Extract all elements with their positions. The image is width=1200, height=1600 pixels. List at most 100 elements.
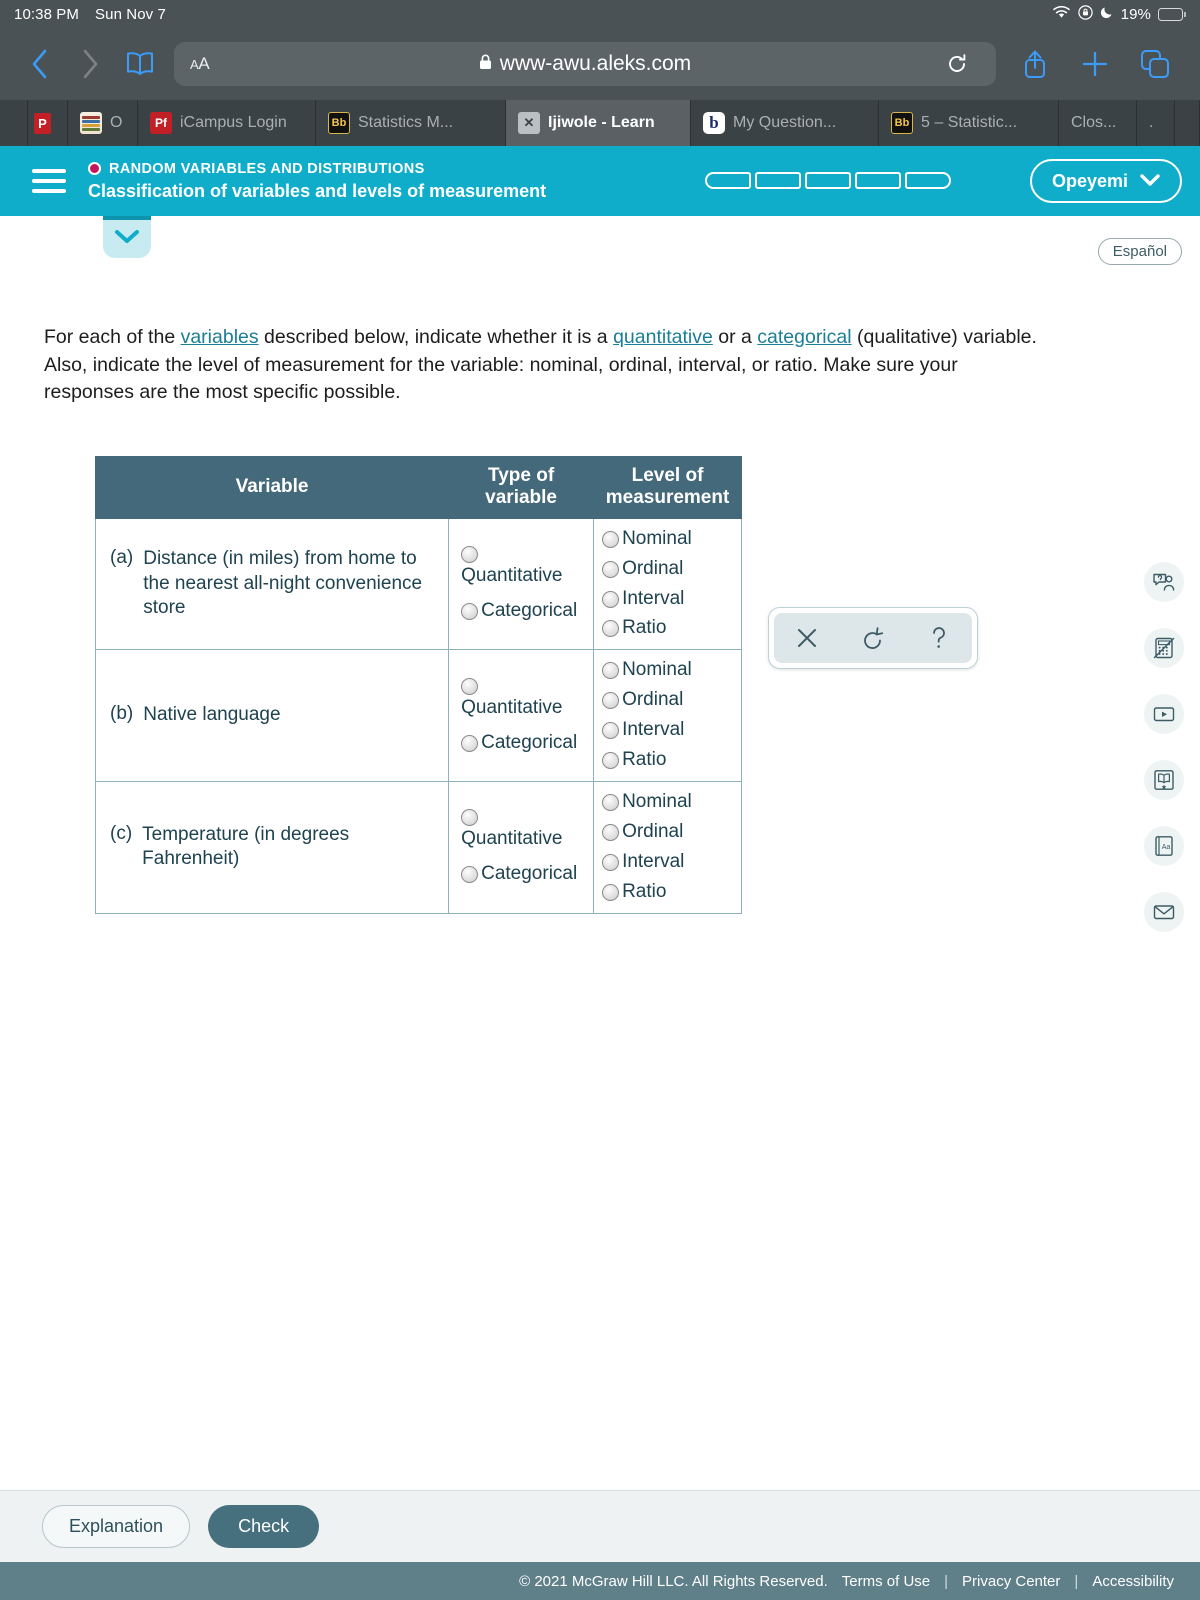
text-size-button[interactable]: AA [190, 54, 210, 74]
link-quantitative[interactable]: quantitative [613, 326, 713, 348]
radio-option-ordinal[interactable]: Ordinal [602, 689, 735, 711]
new-tab-button[interactable] [1068, 42, 1122, 86]
calculator-disabled-icon[interactable] [1144, 628, 1184, 668]
blackboard-icon: Bb [328, 112, 350, 134]
table-header-row: Variable Type of variable Level of measu… [94, 456, 742, 519]
radio-option-nominal[interactable]: Nominal [602, 659, 735, 681]
address-bar[interactable]: AA www-awu.aleks.com [174, 42, 996, 86]
privacy-center-link[interactable]: Privacy Center [962, 1573, 1060, 1590]
radio-option-interval[interactable]: Interval [602, 719, 735, 741]
tab-item[interactable]: b My Question... [691, 100, 879, 146]
back-button[interactable] [18, 42, 62, 86]
column-header-type: Type of variable [448, 456, 595, 519]
undo-icon[interactable] [847, 613, 899, 663]
rotation-lock-icon [1077, 4, 1093, 24]
radio-option-ratio[interactable]: Ratio [602, 881, 735, 903]
hamburger-icon[interactable] [20, 169, 66, 193]
battery-percent: 19% [1120, 5, 1151, 23]
option-label: Ordinal [622, 820, 684, 842]
topic-status-dot [88, 162, 101, 175]
option-label: Categorical [481, 731, 578, 753]
radio-option-categorical[interactable]: Categorical [461, 863, 587, 885]
radio-option-nominal[interactable]: Nominal [602, 528, 735, 550]
question-mark-icon[interactable] [913, 613, 965, 663]
user-name: Opeyemi [1051, 170, 1128, 191]
radio-button-icon[interactable] [602, 692, 620, 710]
radio-button-icon[interactable] [461, 809, 479, 827]
radio-button-icon[interactable] [461, 677, 479, 695]
radio-button-icon[interactable] [602, 620, 620, 638]
row-letter: (b) [110, 703, 134, 725]
check-button[interactable]: Check [208, 1505, 320, 1548]
radio-button-icon[interactable] [602, 662, 620, 680]
x-icon[interactable] [781, 613, 833, 663]
collapse-header-button[interactable] [103, 216, 151, 258]
tab-pdf[interactable] [0, 100, 28, 146]
radio-button-icon[interactable] [602, 751, 620, 769]
radio-button-icon[interactable] [461, 734, 479, 752]
radio-button-icon[interactable] [461, 866, 479, 884]
radio-button-icon[interactable] [461, 546, 479, 564]
radio-option-ordinal[interactable]: Ordinal [602, 558, 735, 580]
radio-option-ratio[interactable]: Ratio [602, 749, 735, 771]
tab-item[interactable]: Pf iCampus Login [138, 100, 316, 146]
tab-item[interactable]: O [68, 100, 138, 146]
table-row: (c) Temperature (in degrees Fahrenheit) … [94, 780, 742, 914]
tab-item[interactable] [1175, 100, 1200, 146]
status-date: Sun Nov 7 [95, 5, 166, 23]
user-menu-button[interactable]: Opeyemi [1029, 159, 1182, 203]
radio-button-icon[interactable] [602, 722, 620, 740]
moon-icon [1100, 5, 1114, 23]
wifi-icon [1052, 5, 1071, 23]
terms-of-use-link[interactable]: Terms of Use [842, 1573, 930, 1590]
radio-button-icon[interactable] [602, 883, 620, 901]
tab-item-active[interactable]: ✕ Ijiwole - Learn [506, 100, 691, 146]
tab-strip: P O Pf iCampus Login Bb Statistics M... … [0, 100, 1200, 146]
radio-option-nominal[interactable]: Nominal [602, 791, 735, 813]
video-icon[interactable] [1144, 694, 1184, 734]
ebook-icon[interactable] [1144, 760, 1184, 800]
forward-button[interactable] [68, 42, 112, 86]
tab-item[interactable]: Bb 5 – Statistic... [879, 100, 1059, 146]
link-variables[interactable]: variables [181, 326, 259, 348]
radio-button-icon[interactable] [602, 823, 620, 841]
radio-option-ordinal[interactable]: Ordinal [602, 820, 735, 843]
accessibility-link[interactable]: Accessibility [1092, 1573, 1174, 1590]
tab-item[interactable]: P [28, 100, 68, 146]
radio-option-interval[interactable]: Interval [602, 851, 735, 873]
radio-button-icon[interactable] [461, 603, 479, 621]
message-icon[interactable] [1144, 892, 1184, 932]
progress-segment [905, 172, 951, 189]
level-cell: Nominal Ordinal Interval Ratio [593, 649, 742, 782]
radio-option-quantitative[interactable]: Quantitative [461, 809, 587, 850]
progress-segment [755, 172, 801, 189]
tab-item[interactable]: . [1137, 100, 1175, 146]
show-tabs-button[interactable] [1128, 42, 1182, 86]
radio-button-icon[interactable] [602, 530, 620, 548]
espanol-button[interactable]: Español [1097, 238, 1182, 265]
radio-option-categorical[interactable]: Categorical [461, 600, 587, 622]
radio-option-categorical[interactable]: Categorical [461, 731, 587, 754]
radio-option-ratio[interactable]: Ratio [602, 618, 735, 639]
radio-button-icon[interactable] [602, 853, 620, 871]
battery-icon [1158, 7, 1186, 21]
tab-label: O [110, 114, 123, 131]
reload-button[interactable] [934, 45, 980, 83]
radio-button-icon[interactable] [602, 793, 620, 811]
variable-cell: (b) Native language [94, 649, 450, 782]
radio-button-icon[interactable] [602, 590, 620, 608]
share-button[interactable] [1008, 42, 1062, 86]
ask-tutor-icon[interactable] [1144, 562, 1184, 602]
dictionary-icon[interactable]: Aa [1144, 826, 1184, 866]
link-categorical[interactable]: categorical [757, 326, 851, 348]
radio-button-icon[interactable] [602, 560, 620, 578]
tab-item[interactable]: Bb Statistics M... [316, 100, 506, 146]
radio-option-quantitative[interactable]: Quantitative [461, 546, 587, 587]
explanation-button[interactable]: Explanation [42, 1505, 191, 1548]
screen-root: 10:38 PM Sun Nov 7 19% AA www-awu.aleks.… [0, 0, 1200, 1600]
tab-item[interactable]: Clos... [1059, 100, 1137, 146]
option-label: Quantitative [461, 696, 563, 718]
radio-option-quantitative[interactable]: Quantitative [461, 677, 587, 719]
radio-option-interval[interactable]: Interval [602, 588, 735, 610]
bookmarks-button[interactable] [118, 42, 162, 86]
